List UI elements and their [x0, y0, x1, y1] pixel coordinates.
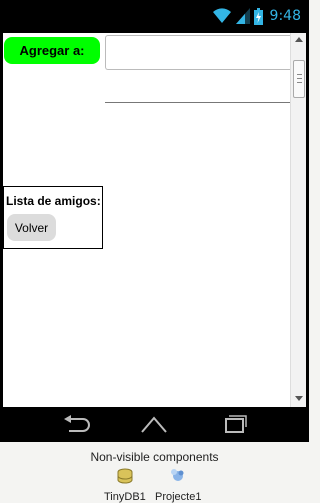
tinydb-component[interactable]: TinyDB1 — [104, 468, 146, 503]
scroll-thumb[interactable] — [293, 60, 305, 98]
volver-button[interactable]: Volver — [7, 214, 56, 241]
non-visible-components-panel: Non-visible components TinyDB1 Projecte1 — [0, 442, 309, 503]
signal-icon — [235, 8, 250, 24]
scroll-up-arrow-icon[interactable] — [295, 37, 303, 42]
divider-line — [105, 102, 291, 103]
phone-frame: 9:48 Agregar a: Lista de amigos: Volver — [0, 0, 309, 442]
app-screen: Agregar a: Lista de amigos: Volver — [3, 33, 306, 407]
tinydb-label: TinyDB1 — [104, 491, 146, 503]
nav-bar — [0, 407, 309, 442]
home-icon[interactable] — [139, 413, 169, 435]
back-icon[interactable] — [61, 413, 91, 435]
vertical-scrollbar[interactable] — [290, 33, 306, 407]
status-icons: 9:48 — [212, 6, 301, 26]
amigos-label: Lista de amigos: — [6, 194, 101, 208]
battery-icon — [253, 7, 263, 25]
projecte-component[interactable]: Projecte1 — [155, 468, 201, 503]
component-icon — [171, 469, 184, 481]
recent-apps-icon[interactable] — [219, 413, 249, 435]
status-time: 9:48 — [269, 8, 301, 24]
friend-name-input[interactable] — [105, 35, 291, 70]
agregar-button[interactable]: Agregar a: — [4, 37, 100, 64]
scroll-down-arrow-icon[interactable] — [295, 396, 303, 401]
amigos-panel: Lista de amigos: Volver — [3, 186, 103, 249]
non-visible-title: Non-visible components — [90, 450, 219, 464]
status-bar: 9:48 — [0, 0, 309, 33]
wifi-icon — [212, 8, 231, 23]
database-icon — [117, 468, 133, 484]
projecte-label: Projecte1 — [155, 491, 202, 503]
